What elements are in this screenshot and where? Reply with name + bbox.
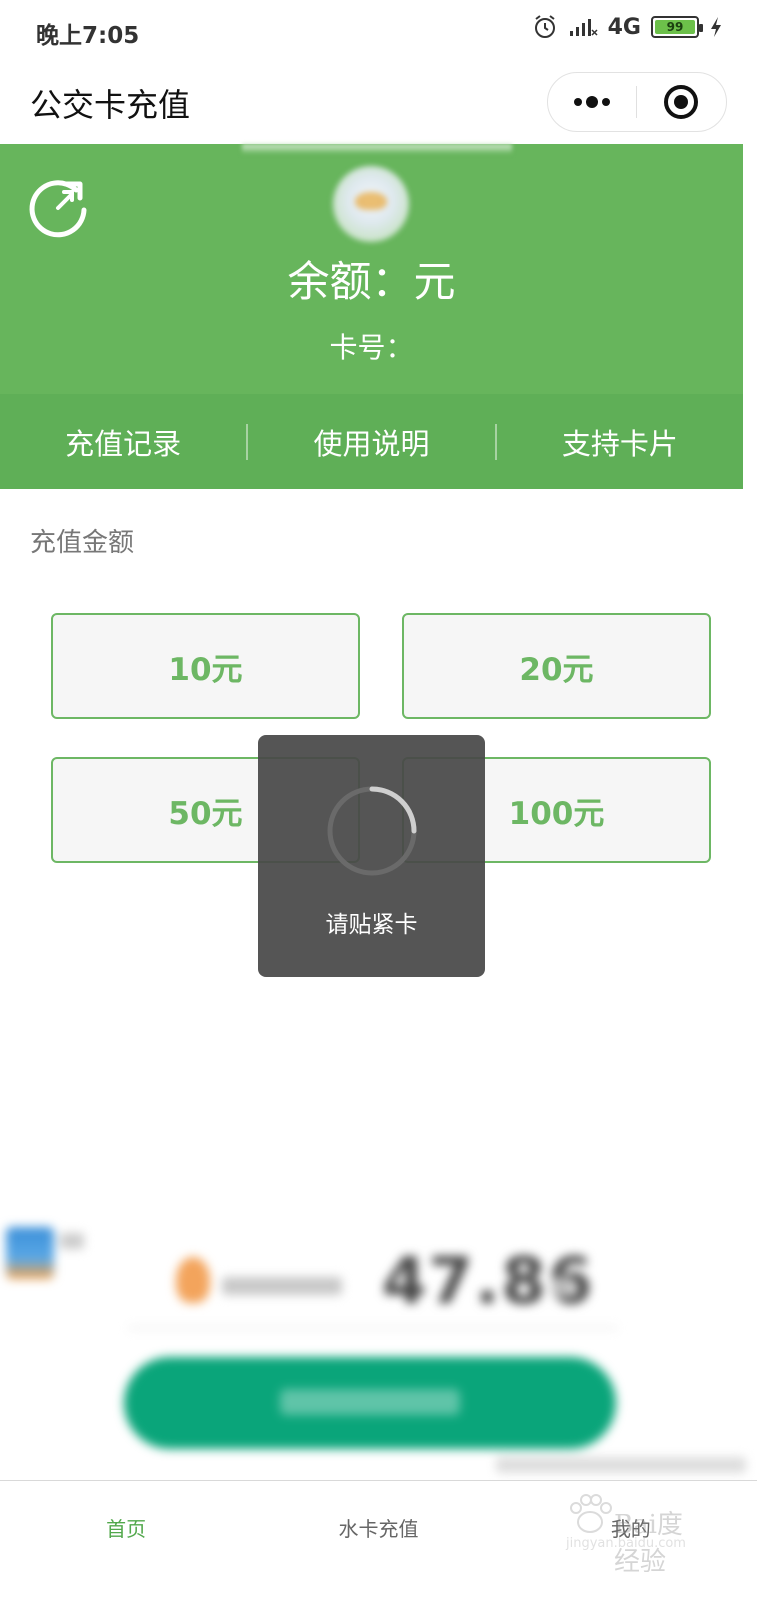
amount-option-20[interactable]: 20元	[402, 613, 711, 719]
status-time: 晚上7:05	[36, 23, 140, 49]
miniprogram-capsule	[547, 72, 727, 132]
blurred-ad-area: 47.86	[0, 1215, 757, 1480]
flame-icon	[176, 1257, 210, 1303]
close-miniprogram-icon	[664, 85, 699, 119]
more-icon	[573, 96, 610, 108]
ad-button-blurred-label	[280, 1389, 460, 1415]
alarm-icon	[534, 15, 555, 38]
amount-section-label: 充值金额	[30, 528, 135, 558]
status-bar: 晚上7:05 4G 99	[0, 0, 757, 62]
close-button[interactable]	[637, 73, 727, 131]
watermark-url: jingyan.baidu.com	[566, 1536, 686, 1551]
ad-footnote	[496, 1457, 746, 1473]
amount-option-10[interactable]: 10元	[51, 613, 360, 719]
ad-blurred-caption	[222, 1277, 342, 1295]
ad-app-icon	[6, 1227, 54, 1279]
tab-supported-cards[interactable]: 支持卡片	[497, 421, 743, 463]
refresh-icon[interactable]	[26, 174, 90, 238]
balance-text: 余额：元	[287, 257, 456, 306]
nav-bar: 公交卡充值	[0, 62, 757, 144]
tab-recharge-history[interactable]: 充值记录	[0, 421, 246, 463]
page-title: 公交卡充值	[30, 86, 191, 124]
toast-message: 请贴紧卡	[325, 912, 418, 938]
card-info-panel: 余额：元 卡号：	[0, 144, 743, 394]
loading-spinner-icon	[327, 786, 417, 876]
card-header: 余额：元 卡号： 充值记录 使用说明 支持卡片	[0, 144, 743, 489]
ad-action-button[interactable]	[124, 1357, 616, 1449]
tabbar-home[interactable]: 首页	[0, 1481, 252, 1600]
battery-level: 99	[655, 20, 695, 34]
baidu-watermark: Bai度经验 jingyan.baidu.com	[566, 1488, 706, 1577]
loading-toast: 请贴紧卡	[258, 735, 485, 977]
battery-icon: 99	[651, 16, 703, 38]
tab-instructions[interactable]: 使用说明	[248, 421, 494, 463]
network-type: 4G	[607, 14, 641, 40]
ad-divider	[128, 1327, 618, 1329]
card-avatar	[333, 166, 409, 242]
ad-blurred-text	[60, 1233, 84, 1249]
ad-price-unit	[552, 1277, 572, 1297]
paw-icon	[570, 1494, 612, 1533]
signal-icon	[569, 19, 598, 36]
status-icons: 4G 99	[532, 14, 723, 40]
card-number-text: 卡号：	[329, 331, 414, 364]
tabbar-water-card[interactable]: 水卡充值	[252, 1481, 504, 1600]
header-tabs: 充值记录 使用说明 支持卡片	[0, 394, 743, 489]
more-button[interactable]	[548, 73, 636, 131]
blurred-strip	[242, 144, 512, 154]
charging-icon	[711, 17, 721, 37]
